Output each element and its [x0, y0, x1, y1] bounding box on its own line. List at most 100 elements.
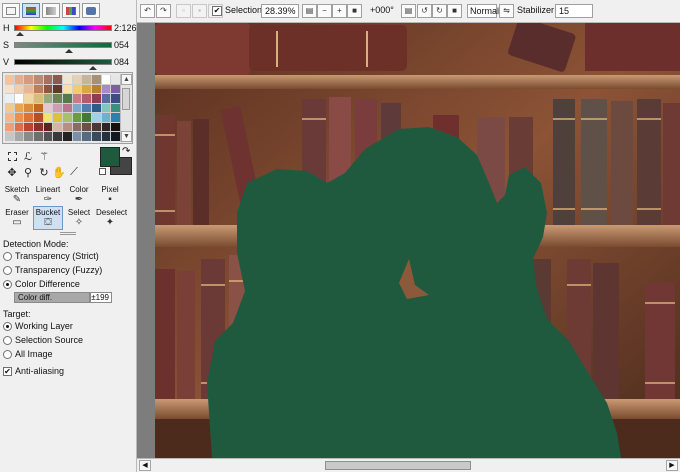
hsv-slider-mode-icon[interactable] — [22, 3, 40, 18]
rotation-field[interactable]: +000° — [370, 5, 394, 15]
redo-icon[interactable]: ↷ — [156, 4, 171, 18]
target-option-selection-source[interactable]: Selection Source — [3, 334, 83, 346]
color-swatch[interactable] — [43, 113, 53, 122]
detection-option-strict[interactable]: Transparency (Strict) — [3, 250, 99, 262]
radio-selection-source[interactable] — [3, 335, 12, 345]
color-swatch[interactable] — [63, 103, 72, 113]
stabilizer-select[interactable]: 15 — [555, 4, 593, 18]
color-swatch[interactable] — [14, 94, 24, 103]
selection-checkbox[interactable]: ✔ — [212, 6, 222, 16]
color-swatch[interactable] — [24, 103, 33, 113]
color-swatch[interactable] — [92, 132, 101, 141]
deselect-icon[interactable]: ▫ — [176, 4, 191, 18]
detection-option-color-diff[interactable]: Color Difference — [3, 278, 80, 290]
target-option-working-layer[interactable]: Working Layer — [3, 320, 73, 332]
color-swatch[interactable] — [53, 113, 62, 122]
color-swatch[interactable] — [24, 132, 33, 141]
color-swatch[interactable] — [82, 94, 91, 103]
color-swatch[interactable] — [53, 94, 62, 103]
saturation-knob[interactable] — [65, 49, 73, 53]
color-swatch[interactable] — [5, 84, 14, 94]
detection-option-fuzzy[interactable]: Transparency (Fuzzy) — [3, 264, 102, 276]
rgb-slider-mode-icon[interactable] — [42, 3, 60, 18]
tool-pixel[interactable]: Pixel ▪ — [95, 183, 125, 207]
mixer-mode-icon[interactable] — [82, 3, 100, 18]
color-swatch[interactable] — [63, 94, 72, 103]
color-swatch[interactable] — [14, 113, 24, 122]
color-swatch[interactable] — [72, 103, 82, 113]
saturation-bar[interactable] — [14, 42, 112, 48]
color-swatch[interactable] — [24, 113, 33, 122]
color-swatch[interactable] — [43, 75, 53, 84]
scroll-left-arrow-icon[interactable]: ◀ — [139, 460, 151, 471]
color-swatch[interactable] — [101, 132, 111, 141]
color-swatch[interactable] — [53, 122, 62, 132]
color-swatch[interactable] — [111, 132, 120, 141]
move-icon[interactable]: ✥ — [5, 165, 19, 179]
value-slider[interactable]: V 084 — [2, 56, 134, 70]
color-swatch[interactable] — [101, 103, 111, 113]
color-swatch[interactable] — [5, 94, 14, 103]
color-swatch[interactable] — [63, 132, 72, 141]
horizontal-scrollbar[interactable]: ◀ ▶ — [137, 458, 680, 472]
saturation-slider[interactable]: S 054 — [2, 39, 134, 53]
rotate-cw-icon[interactable]: ↻ — [432, 4, 447, 18]
color-swatch[interactable] — [43, 122, 53, 132]
scrollbar-thumb[interactable] — [122, 88, 130, 110]
magic-wand-icon[interactable]: ⚚ — [37, 149, 51, 163]
color-swatch[interactable] — [111, 75, 120, 84]
color-swatch[interactable] — [101, 75, 111, 84]
horizontal-scrollbar-thumb[interactable] — [325, 461, 471, 470]
tool-bucket[interactable]: Bucket ⛋ — [33, 206, 63, 230]
color-swatch[interactable] — [24, 84, 33, 94]
value-knob[interactable] — [89, 66, 97, 70]
radio-working-layer[interactable] — [3, 321, 12, 331]
color-wheel-mode-icon[interactable] — [2, 3, 20, 18]
color-swatch[interactable] — [111, 122, 120, 132]
hand-icon[interactable]: ✋ — [52, 165, 66, 179]
lasso-icon[interactable]: ℒ — [21, 149, 35, 163]
hue-slider[interactable]: H 2:126 — [2, 22, 137, 36]
antialias-toggle[interactable]: ✔ Anti-aliasing — [3, 365, 64, 377]
color-swatch[interactable] — [5, 103, 14, 113]
color-diff-value[interactable]: ±199 — [90, 292, 112, 303]
color-swatch[interactable] — [34, 84, 43, 94]
color-swatch[interactable] — [72, 113, 82, 122]
invert-selection-icon[interactable]: ▪ — [192, 4, 207, 18]
antialias-checkbox[interactable]: ✔ — [3, 366, 12, 376]
color-swatch[interactable] — [72, 75, 82, 84]
color-swatch[interactable] — [101, 122, 111, 132]
color-swatch[interactable] — [92, 113, 101, 122]
color-swatch[interactable] — [111, 103, 120, 113]
color-swatch[interactable] — [101, 84, 111, 94]
color-swatch[interactable] — [111, 113, 120, 122]
tool-sketch[interactable]: Sketch ✎ — [2, 183, 32, 207]
tool-select[interactable]: Select ✧ — [64, 206, 94, 230]
color-swatch[interactable] — [14, 84, 24, 94]
color-swatch[interactable] — [43, 132, 53, 141]
color-swatch[interactable] — [34, 113, 43, 122]
zoom-out-icon[interactable]: − — [317, 4, 332, 18]
color-swatch[interactable] — [5, 113, 14, 122]
color-swatch[interactable] — [14, 132, 24, 141]
color-swatch[interactable] — [43, 94, 53, 103]
undo-icon[interactable]: ↶ — [140, 4, 155, 18]
color-swatch[interactable] — [63, 75, 72, 84]
color-swatch[interactable] — [82, 103, 91, 113]
color-swatch[interactable] — [82, 132, 91, 141]
canvas-viewport[interactable] — [137, 23, 680, 458]
default-colors-icon[interactable] — [99, 168, 106, 175]
tool-deselect[interactable]: Deselect ✦ — [95, 206, 127, 230]
color-swatch[interactable] — [24, 122, 33, 132]
color-swatch[interactable] — [92, 122, 101, 132]
color-swatch[interactable] — [72, 122, 82, 132]
rotation-dropdown-icon[interactable]: ▤ — [401, 4, 416, 18]
color-swatch[interactable] — [82, 84, 91, 94]
color-swatch[interactable] — [53, 84, 62, 94]
tool-eraser[interactable]: Eraser ▭ — [2, 206, 32, 230]
zoom-icon[interactable]: ⚲ — [21, 165, 35, 179]
color-swatch[interactable] — [53, 103, 62, 113]
rotate-ccw-icon[interactable]: ↺ — [417, 4, 432, 18]
reset-rotation-icon[interactable]: ■ — [447, 4, 462, 18]
color-swatch[interactable] — [92, 84, 101, 94]
